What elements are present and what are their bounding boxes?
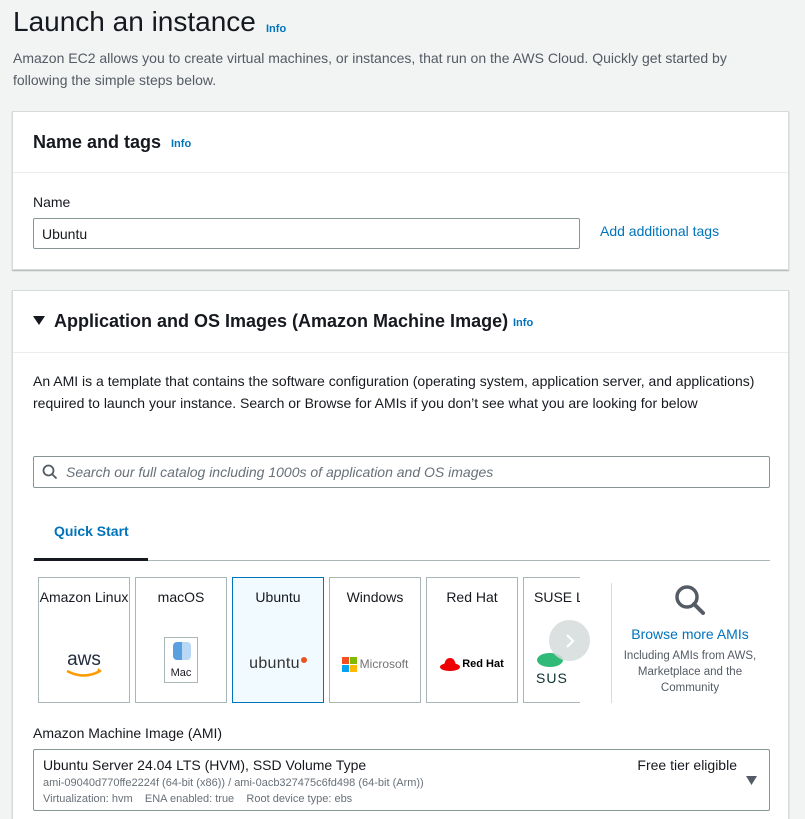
magnifier-icon[interactable] xyxy=(673,583,707,617)
name-tags-card: Name and tags Info Name Ubuntu Add addit… xyxy=(12,111,789,270)
ami-label: Amazon Machine Image (AMI) xyxy=(33,725,223,741)
browse-more-amis-link[interactable]: Browse more AMIs xyxy=(620,626,760,642)
caret-down-icon xyxy=(746,776,757,785)
browse-divider xyxy=(611,583,612,703)
tile-suse-label: SUSE Li xyxy=(534,589,580,605)
tile-macos-label: macOS xyxy=(157,589,205,605)
ami-select[interactable]: Ubuntu Server 24.04 LTS (HVM), SSD Volum… xyxy=(33,749,770,811)
browse-more-subtext: Including AMIs from AWS, Marketplace and… xyxy=(623,650,757,694)
tile-windows-label: Windows xyxy=(346,589,404,605)
name-label: Name xyxy=(33,194,71,210)
ami-section-title: Application and OS Images (Amazon Machin… xyxy=(54,311,509,331)
tile-windows[interactable]: Windows Microsoft xyxy=(329,577,421,703)
browse-more-panel: Browse more AMIs Including AMIs from AWS… xyxy=(620,583,760,696)
name-tags-header: Name and tags Info xyxy=(13,112,788,173)
tile-red-hat-label: Red Hat xyxy=(446,589,498,605)
tile-ubuntu[interactable]: Ubuntu ubuntu xyxy=(232,577,324,703)
ami-info-link[interactable]: Info xyxy=(513,317,533,329)
tile-red-hat[interactable]: Red Hat Red Hat xyxy=(426,577,518,703)
page-description: Amazon EC2 allows you to create virtual … xyxy=(13,50,727,88)
tile-amazon-linux-label: Amazon Linux xyxy=(39,589,129,605)
microsoft-logo-icon: Microsoft xyxy=(330,644,420,684)
name-tags-info-link[interactable]: Info xyxy=(171,138,191,150)
tile-macos[interactable]: macOS Mac xyxy=(135,577,227,703)
tab-quick-start-label: Quick Start xyxy=(54,523,129,539)
tab-quick-start[interactable]: Quick Start xyxy=(34,523,148,561)
ami-description: An AMI is a template that contains the s… xyxy=(33,373,755,411)
ami-header[interactable]: Application and OS Images (Amazon Machin… xyxy=(13,291,788,353)
name-tags-title: Name and tags xyxy=(33,132,162,152)
ami-name: Ubuntu Server 24.04 LTS (HVM), SSD Volum… xyxy=(43,757,367,773)
page-info-link[interactable]: Info xyxy=(266,23,286,35)
svg-text:aws: aws xyxy=(67,649,101,670)
page-title: Launch an instance xyxy=(13,6,256,37)
name-input[interactable]: Ubuntu xyxy=(33,218,580,249)
mac-logo-icon: Mac xyxy=(136,637,226,683)
ami-search-input[interactable]: Search our full catalog including 1000s … xyxy=(33,456,770,488)
red-hat-logo-icon: Red Hat xyxy=(427,644,517,684)
tile-amazon-linux[interactable]: Amazon Linux aws xyxy=(38,577,130,703)
ami-meta: Virtualization: hvm ENA enabled: true Ro… xyxy=(43,793,353,805)
ubuntu-logo-icon: ubuntu xyxy=(233,644,323,684)
add-additional-tags-link[interactable]: Add additional tags xyxy=(600,223,719,239)
aws-logo-icon: aws xyxy=(39,644,129,684)
ami-ids: ami-09040d770ffe2224f (64-bit (x86)) / a… xyxy=(43,777,424,789)
free-tier-badge: Free tier eligible xyxy=(637,757,737,773)
search-icon xyxy=(42,464,58,480)
caret-down-icon[interactable] xyxy=(33,316,45,326)
name-input-value: Ubuntu xyxy=(42,225,88,242)
tile-ubuntu-label: Ubuntu xyxy=(255,589,301,605)
chevron-right-icon xyxy=(565,633,575,648)
search-placeholder: Search our full catalog including 1000s … xyxy=(66,464,494,480)
carousel-next-button[interactable] xyxy=(549,620,590,661)
